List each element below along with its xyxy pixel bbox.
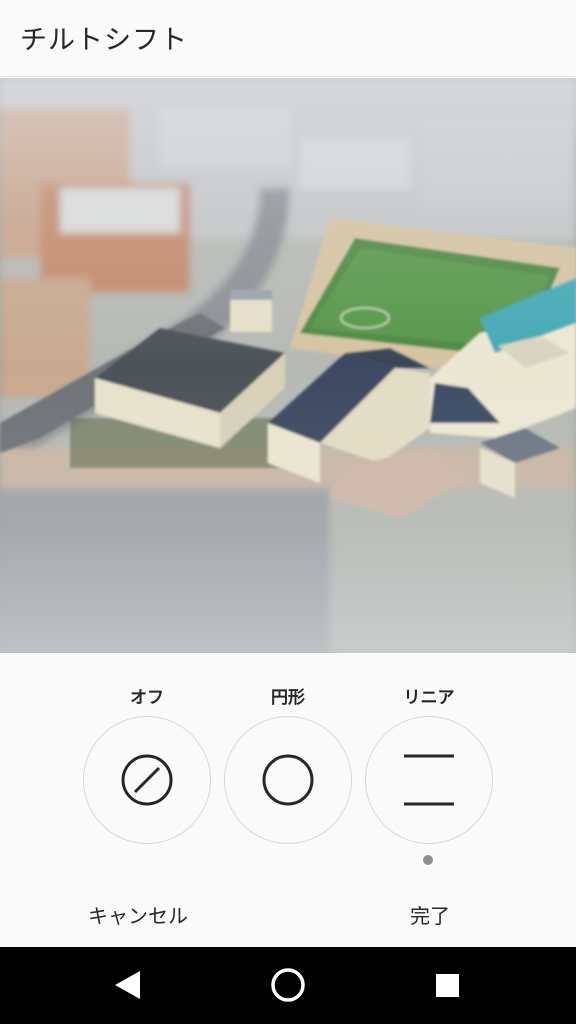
option-circle-button[interactable]: [224, 716, 352, 844]
page-title: チルトシフト: [20, 25, 188, 56]
tilt-shift-photo[interactable]: [0, 78, 576, 653]
option-off-button[interactable]: [83, 716, 211, 844]
home-button[interactable]: [248, 947, 328, 1024]
home-circle-icon: [271, 968, 305, 1002]
linear-icon: [404, 754, 454, 806]
option-off-label: オフ: [130, 688, 164, 708]
option-linear-button[interactable]: [365, 716, 493, 844]
circle-icon: [262, 754, 314, 806]
tilt-shift-screen: チルトシフト オフ 円形 リニア キャンセル 完了: [0, 0, 576, 1024]
back-button[interactable]: [88, 947, 168, 1024]
recents-button[interactable]: [408, 947, 488, 1024]
header: チルトシフト: [0, 0, 576, 77]
off-icon: [121, 754, 173, 806]
selected-indicator-dot: [423, 855, 433, 865]
option-linear-label: リニア: [403, 688, 455, 708]
done-button[interactable]: 完了: [410, 900, 450, 929]
tilt-shift-controls: オフ 円形 リニア キャンセル 完了: [0, 653, 576, 947]
back-triangle-icon: [115, 971, 140, 999]
system-navigation-bar: [0, 947, 576, 1024]
option-circle-label: 円形: [271, 688, 305, 708]
recents-square-icon: [436, 974, 459, 997]
cancel-button[interactable]: キャンセル: [88, 900, 188, 929]
